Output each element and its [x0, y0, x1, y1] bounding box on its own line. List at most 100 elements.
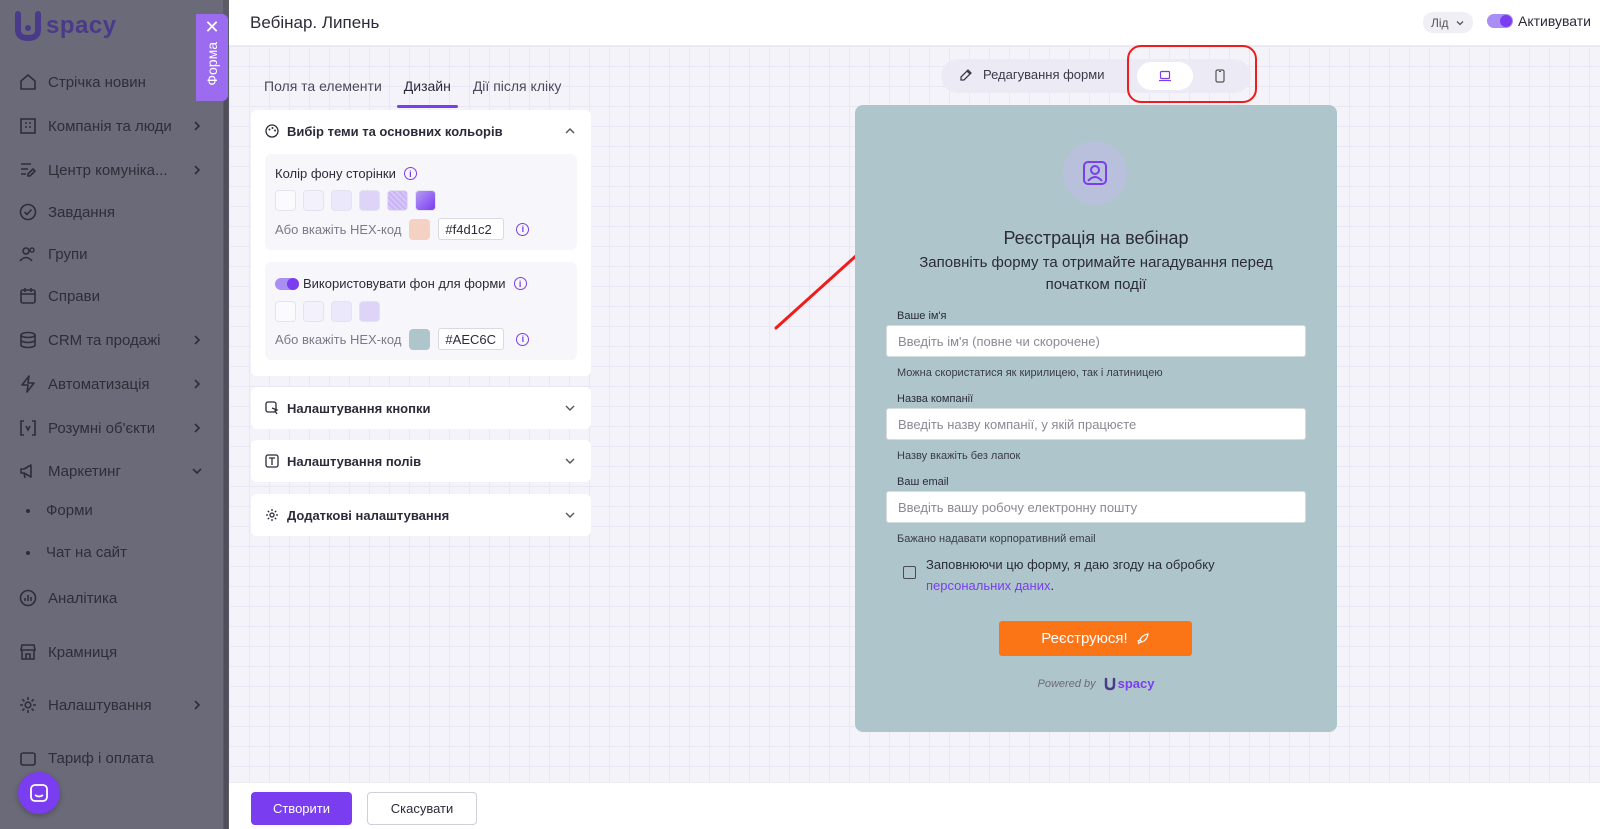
color-swatch[interactable] [359, 301, 380, 322]
register-button[interactable]: Реєструюся! [999, 621, 1192, 656]
forma-tab-label: Форма [204, 42, 220, 86]
form-bg-toggle[interactable] [275, 277, 299, 290]
color-swatch[interactable] [331, 190, 352, 211]
page-bg-box: Колір фону сторінки i Або вкажіть HEX-ко… [265, 154, 577, 250]
gear-icon [18, 695, 38, 715]
activate-toggle[interactable]: Активувати [1487, 13, 1591, 29]
sidebar-item-label: Налаштування [48, 696, 152, 714]
edit-form-label: Редагування форми [983, 67, 1105, 82]
toggle-switch[interactable] [1487, 14, 1513, 28]
bullet-icon [26, 508, 30, 513]
gear-icon [266, 509, 278, 521]
field-hint: Можна скористатися як кирилицею, так і л… [897, 367, 1163, 379]
button-settings-panel[interactable]: Налаштування кнопки [251, 387, 591, 429]
sidebar-subitem-forms[interactable]: Форми [26, 502, 93, 519]
page-bg-hex-input[interactable]: #f4d1c2 [438, 218, 505, 240]
name-input[interactable]: Введіть ім'я (повне чи скорочене) [886, 325, 1306, 357]
sidebar-item-marketing[interactable]: Маркетинг [18, 456, 204, 486]
chat-edit-icon [18, 160, 38, 180]
color-swatch[interactable] [359, 190, 380, 211]
sidebar-item-label: Тариф і оплата [48, 749, 154, 767]
fields-settings-panel[interactable]: Налаштування полів [251, 440, 591, 482]
form-bg-hex-row: Або вкажіть HEX-код #AEC6C i [275, 328, 530, 350]
sidebar-subitem-chat[interactable]: Чат на сайт [26, 544, 127, 561]
color-swatch[interactable] [275, 190, 296, 211]
info-icon[interactable]: i [513, 277, 527, 290]
sidebar-item-smart-objects[interactable]: Розумні об'єкти [18, 413, 204, 443]
create-button[interactable]: Створити [251, 792, 352, 825]
powered-logo[interactable]: spacy [1104, 676, 1155, 691]
sidebar-item-label: Центр комуніка... [48, 161, 168, 179]
field-hint: Бажано надавати корпоративний email [897, 533, 1096, 545]
edit-form-button[interactable]: Редагування форми [959, 67, 1104, 82]
support-chat-button[interactable] [18, 772, 60, 814]
activate-label: Активувати [1518, 13, 1591, 29]
tab-fields[interactable]: Поля та елементи [264, 76, 382, 104]
color-swatch[interactable] [275, 301, 296, 322]
info-icon[interactable]: i [516, 332, 530, 346]
hex-color-preview[interactable] [409, 218, 431, 240]
color-swatch[interactable] [303, 301, 324, 322]
tab-design[interactable]: Дизайн [396, 76, 458, 108]
sidebar-item-label: Групи [48, 245, 88, 263]
sidebar-item-groups[interactable]: Групи [18, 239, 204, 269]
info-icon[interactable]: i [403, 167, 417, 180]
app-logo[interactable]: spacy [14, 10, 117, 42]
brackets-icon [18, 418, 38, 438]
close-icon[interactable]: ✕ [204, 18, 219, 36]
sidebar-item-label: Компанія та люди [48, 117, 172, 135]
megaphone-icon [18, 461, 38, 481]
cancel-button[interactable]: Скасувати [367, 792, 477, 825]
color-swatch[interactable] [303, 190, 324, 211]
consent-checkbox[interactable] [903, 566, 916, 579]
register-button-label: Реєструюся! [1041, 630, 1128, 647]
sidebar-item-company[interactable]: Компанія та люди [18, 111, 204, 141]
button-settings-header[interactable]: Налаштування кнопки [265, 387, 430, 429]
color-swatch[interactable] [331, 301, 352, 322]
entity-select-value: Лід [1431, 15, 1449, 30]
page-bg-label-row: Колір фону сторінки i [275, 166, 417, 181]
sidebar-item-tasks[interactable]: Завдання [18, 197, 204, 227]
sidebar-item-store[interactable]: Крамниця [18, 637, 204, 667]
hex-color-preview[interactable] [409, 328, 431, 350]
lightning-icon [18, 374, 38, 394]
color-swatch[interactable] [387, 190, 408, 211]
company-input[interactable]: Введіть назву компанії, у якій працюєте [886, 408, 1306, 440]
powered-logo-text: spacy [1117, 676, 1155, 691]
sidebar-item-communication[interactable]: Центр комуніка... [18, 155, 204, 185]
chevron-down-icon [565, 405, 575, 411]
entity-select[interactable]: Лід [1423, 12, 1473, 33]
sidebar-item-billing[interactable]: Тариф і оплата [18, 743, 204, 773]
privacy-link[interactable]: персональних даних [926, 578, 1050, 593]
logo-mark-icon [1104, 677, 1115, 690]
form-bg-hex-input[interactable]: #AEC6C [438, 328, 505, 350]
sidebar-item-affairs[interactable]: Справи [18, 281, 204, 311]
hex-label: Або вкажіть HEX-код [275, 221, 402, 237]
edit-icon [960, 68, 972, 81]
sidebar-item-analytics[interactable]: Аналітика [18, 583, 204, 613]
email-input[interactable]: Введіть вашу робочу електронну пошту [886, 491, 1306, 523]
extra-settings-panel[interactable]: Додаткові налаштування [251, 494, 591, 536]
sidebar-item-automation[interactable]: Автоматизація [18, 369, 204, 399]
fields-settings-header[interactable]: Налаштування полів [265, 440, 421, 482]
sidebar-scroll-thumb[interactable] [224, 40, 228, 829]
editor-tabs: Поля та елементи Дизайн Дії після кліку [264, 76, 583, 108]
field-label: Ваш email [897, 476, 949, 488]
info-icon[interactable]: i [516, 222, 530, 236]
annotation-highlight [1127, 45, 1257, 103]
field-label: Ваше ім'я [897, 310, 947, 322]
form-bg-box: Використовувати фон для форми i Або вкаж… [265, 262, 577, 360]
chevron-right-icon [194, 379, 201, 389]
extra-settings-header[interactable]: Додаткові налаштування [265, 494, 449, 536]
logo-mark-icon [15, 11, 41, 42]
chevron-up-icon[interactable] [563, 124, 577, 138]
color-swatch[interactable] [415, 190, 436, 211]
field-label: Назва компанії [897, 393, 974, 405]
tab-after-click[interactable]: Дії після кліку [473, 76, 562, 104]
sidebar-item-news[interactable]: Стрічка новин [18, 67, 204, 97]
sidebar-item-crm[interactable]: CRM та продажі [18, 325, 204, 355]
chevron-right-icon [194, 700, 201, 710]
sidebar-item-settings[interactable]: Налаштування [18, 690, 204, 720]
theme-panel-header[interactable]: Вибір теми та основних кольорів [265, 110, 503, 152]
form-bg-label-row: Використовувати фон для форми i [275, 276, 527, 291]
